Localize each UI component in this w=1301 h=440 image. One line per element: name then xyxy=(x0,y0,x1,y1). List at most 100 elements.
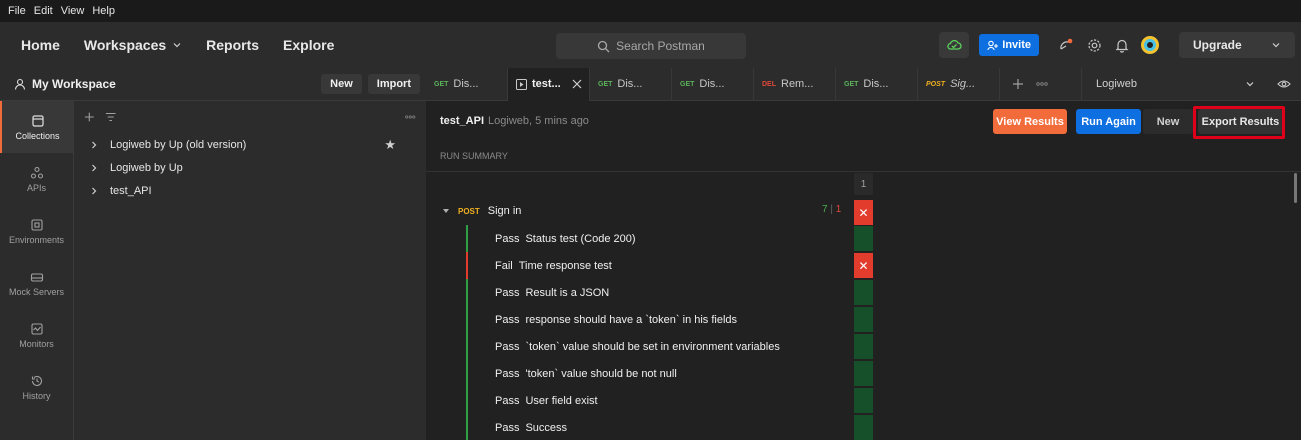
tab-label: Dis... xyxy=(863,78,889,90)
test-cell-pass xyxy=(854,280,873,305)
plus-icon[interactable] xyxy=(84,111,95,123)
test-cell-pass xyxy=(854,226,873,251)
tab-label: Rem... xyxy=(781,78,814,90)
search-icon xyxy=(597,40,610,52)
test-name: `token` value should be set in environme… xyxy=(525,340,780,353)
new-tab-icon[interactable] xyxy=(1012,78,1024,90)
request-name: Sign in xyxy=(487,205,522,217)
sync-cloud-button[interactable] xyxy=(939,32,970,58)
menu-view[interactable]: View xyxy=(61,5,85,17)
test-row: Pass response should have a `token` in hi… xyxy=(466,306,846,333)
method-badge: POST xyxy=(926,80,946,88)
filter-icon[interactable] xyxy=(105,111,116,123)
tab-request[interactable]: GET Dis... xyxy=(836,67,918,101)
sidebar-item-label: Mock Servers xyxy=(8,286,64,297)
tab-label: Dis... xyxy=(453,78,479,90)
sidebar-item-collections[interactable]: Collections xyxy=(0,101,73,153)
import-button[interactable]: Import xyxy=(367,74,420,94)
environments-icon xyxy=(30,218,43,231)
tab-request[interactable]: GET Dis... xyxy=(672,67,754,101)
request-row[interactable]: POST Sign in xyxy=(442,205,521,217)
divider xyxy=(426,171,1301,172)
sidebar-item-monitors[interactable]: Monitors xyxy=(0,309,73,361)
run-meta: Logiweb, 5 mins ago xyxy=(488,115,589,127)
nav-workspaces[interactable]: Workspaces xyxy=(72,37,194,53)
highlight-box xyxy=(1193,106,1285,139)
close-icon[interactable] xyxy=(572,79,582,89)
nav-explore[interactable]: Explore xyxy=(271,37,346,53)
test-status: Pass xyxy=(495,421,520,434)
request-tabs: GET Dis... test... GET Dis... GET Dis... DE… xyxy=(426,67,1301,101)
test-name: User field exist xyxy=(525,394,598,407)
method-badge: GET xyxy=(680,80,695,88)
test-status: Pass xyxy=(495,313,520,326)
new-run-button[interactable]: New xyxy=(1143,109,1193,134)
view-results-button[interactable]: View Results xyxy=(993,109,1067,134)
collections-search-input[interactable] xyxy=(126,107,396,127)
run-summary-label: RUN SUMMARY xyxy=(440,151,508,161)
sidebar-item-label: Collections xyxy=(15,130,60,141)
collection-item[interactable]: test_API xyxy=(74,179,426,202)
collections-icon xyxy=(31,114,44,127)
tab-request[interactable]: POST Sig... xyxy=(918,67,1000,101)
collection-item[interactable]: Logiweb by Up (old version) ★ xyxy=(74,133,426,156)
satellite-button[interactable] xyxy=(1053,37,1079,53)
test-name: Time response test xyxy=(518,259,612,272)
invite-button[interactable]: Invite xyxy=(979,34,1039,56)
collections-panel: Logiweb by Up (old version) ★ Logiweb by… xyxy=(74,101,426,440)
chevron-down-icon xyxy=(1272,43,1280,48)
scrollbar[interactable] xyxy=(1294,173,1297,203)
test-row: Pass Status test (Code 200) xyxy=(466,225,846,252)
settings-button[interactable] xyxy=(1081,38,1107,53)
chevron-right-icon xyxy=(92,141,97,148)
test-row: Fail Time response test xyxy=(466,252,846,279)
menu-file[interactable]: File xyxy=(8,5,26,17)
workspace-name: My Workspace xyxy=(32,77,116,91)
method-badge: DEL xyxy=(762,80,776,88)
more-tabs-icon[interactable] xyxy=(1036,82,1048,86)
chevron-down-icon xyxy=(1246,82,1254,87)
tab-label: Sig... xyxy=(950,78,976,90)
test-name: 'token` value should be not null xyxy=(525,367,677,380)
environment-controls xyxy=(1245,79,1291,89)
collection-name: Logiweb by Up xyxy=(110,161,183,174)
sidebar-item-environments[interactable]: Environments xyxy=(0,205,73,257)
nav-reports[interactable]: Reports xyxy=(194,37,271,53)
cloud-sync-icon xyxy=(947,39,962,50)
failed-count: 1 xyxy=(835,204,842,215)
tab-label: Dis... xyxy=(617,78,643,90)
tab-request[interactable]: DEL Rem... xyxy=(754,67,836,101)
upgrade-button[interactable]: Upgrade xyxy=(1179,32,1295,58)
menu-edit[interactable]: Edit xyxy=(34,5,53,17)
more-options-icon[interactable] xyxy=(405,115,416,119)
request-counts: 7 | 1 xyxy=(822,204,842,215)
star-icon[interactable]: ★ xyxy=(384,137,396,153)
new-button[interactable]: New xyxy=(321,74,362,94)
sidebar-item-mock-servers[interactable]: Mock Servers xyxy=(0,257,73,309)
sidebar-item-apis[interactable]: APIs xyxy=(0,153,73,205)
profile-button[interactable] xyxy=(1137,35,1163,55)
menu-help[interactable]: Help xyxy=(92,5,115,17)
runner-icon xyxy=(516,78,527,90)
method-badge: POST xyxy=(458,206,480,216)
environment-select[interactable]: Logiweb xyxy=(1081,67,1301,101)
header-actions: Invite Upgrade xyxy=(939,22,1301,68)
gear-icon xyxy=(1087,38,1101,52)
collection-item[interactable]: Logiweb by Up xyxy=(74,156,426,179)
chevron-right-icon xyxy=(92,164,97,171)
tab-request[interactable]: GET Dis... xyxy=(590,67,672,101)
tab-runner[interactable]: test... xyxy=(508,67,590,101)
test-name: Success xyxy=(525,421,568,434)
eye-icon[interactable] xyxy=(1277,79,1291,89)
tab-actions xyxy=(1000,78,1060,90)
tab-request[interactable]: GET Dis... xyxy=(426,67,508,101)
search-input[interactable]: Search Postman xyxy=(556,33,746,59)
run-again-button[interactable]: Run Again xyxy=(1076,109,1141,134)
sidebar-item-history[interactable]: History xyxy=(0,361,73,413)
nav-home[interactable]: Home xyxy=(0,37,72,53)
test-cell-fail: ✕ xyxy=(854,253,873,278)
chevron-down-icon xyxy=(173,43,181,48)
collection-name: Logiweb by Up (old version) xyxy=(110,138,247,151)
notifications-button[interactable] xyxy=(1109,38,1135,53)
sidebar-item-label: Environments xyxy=(8,234,65,245)
